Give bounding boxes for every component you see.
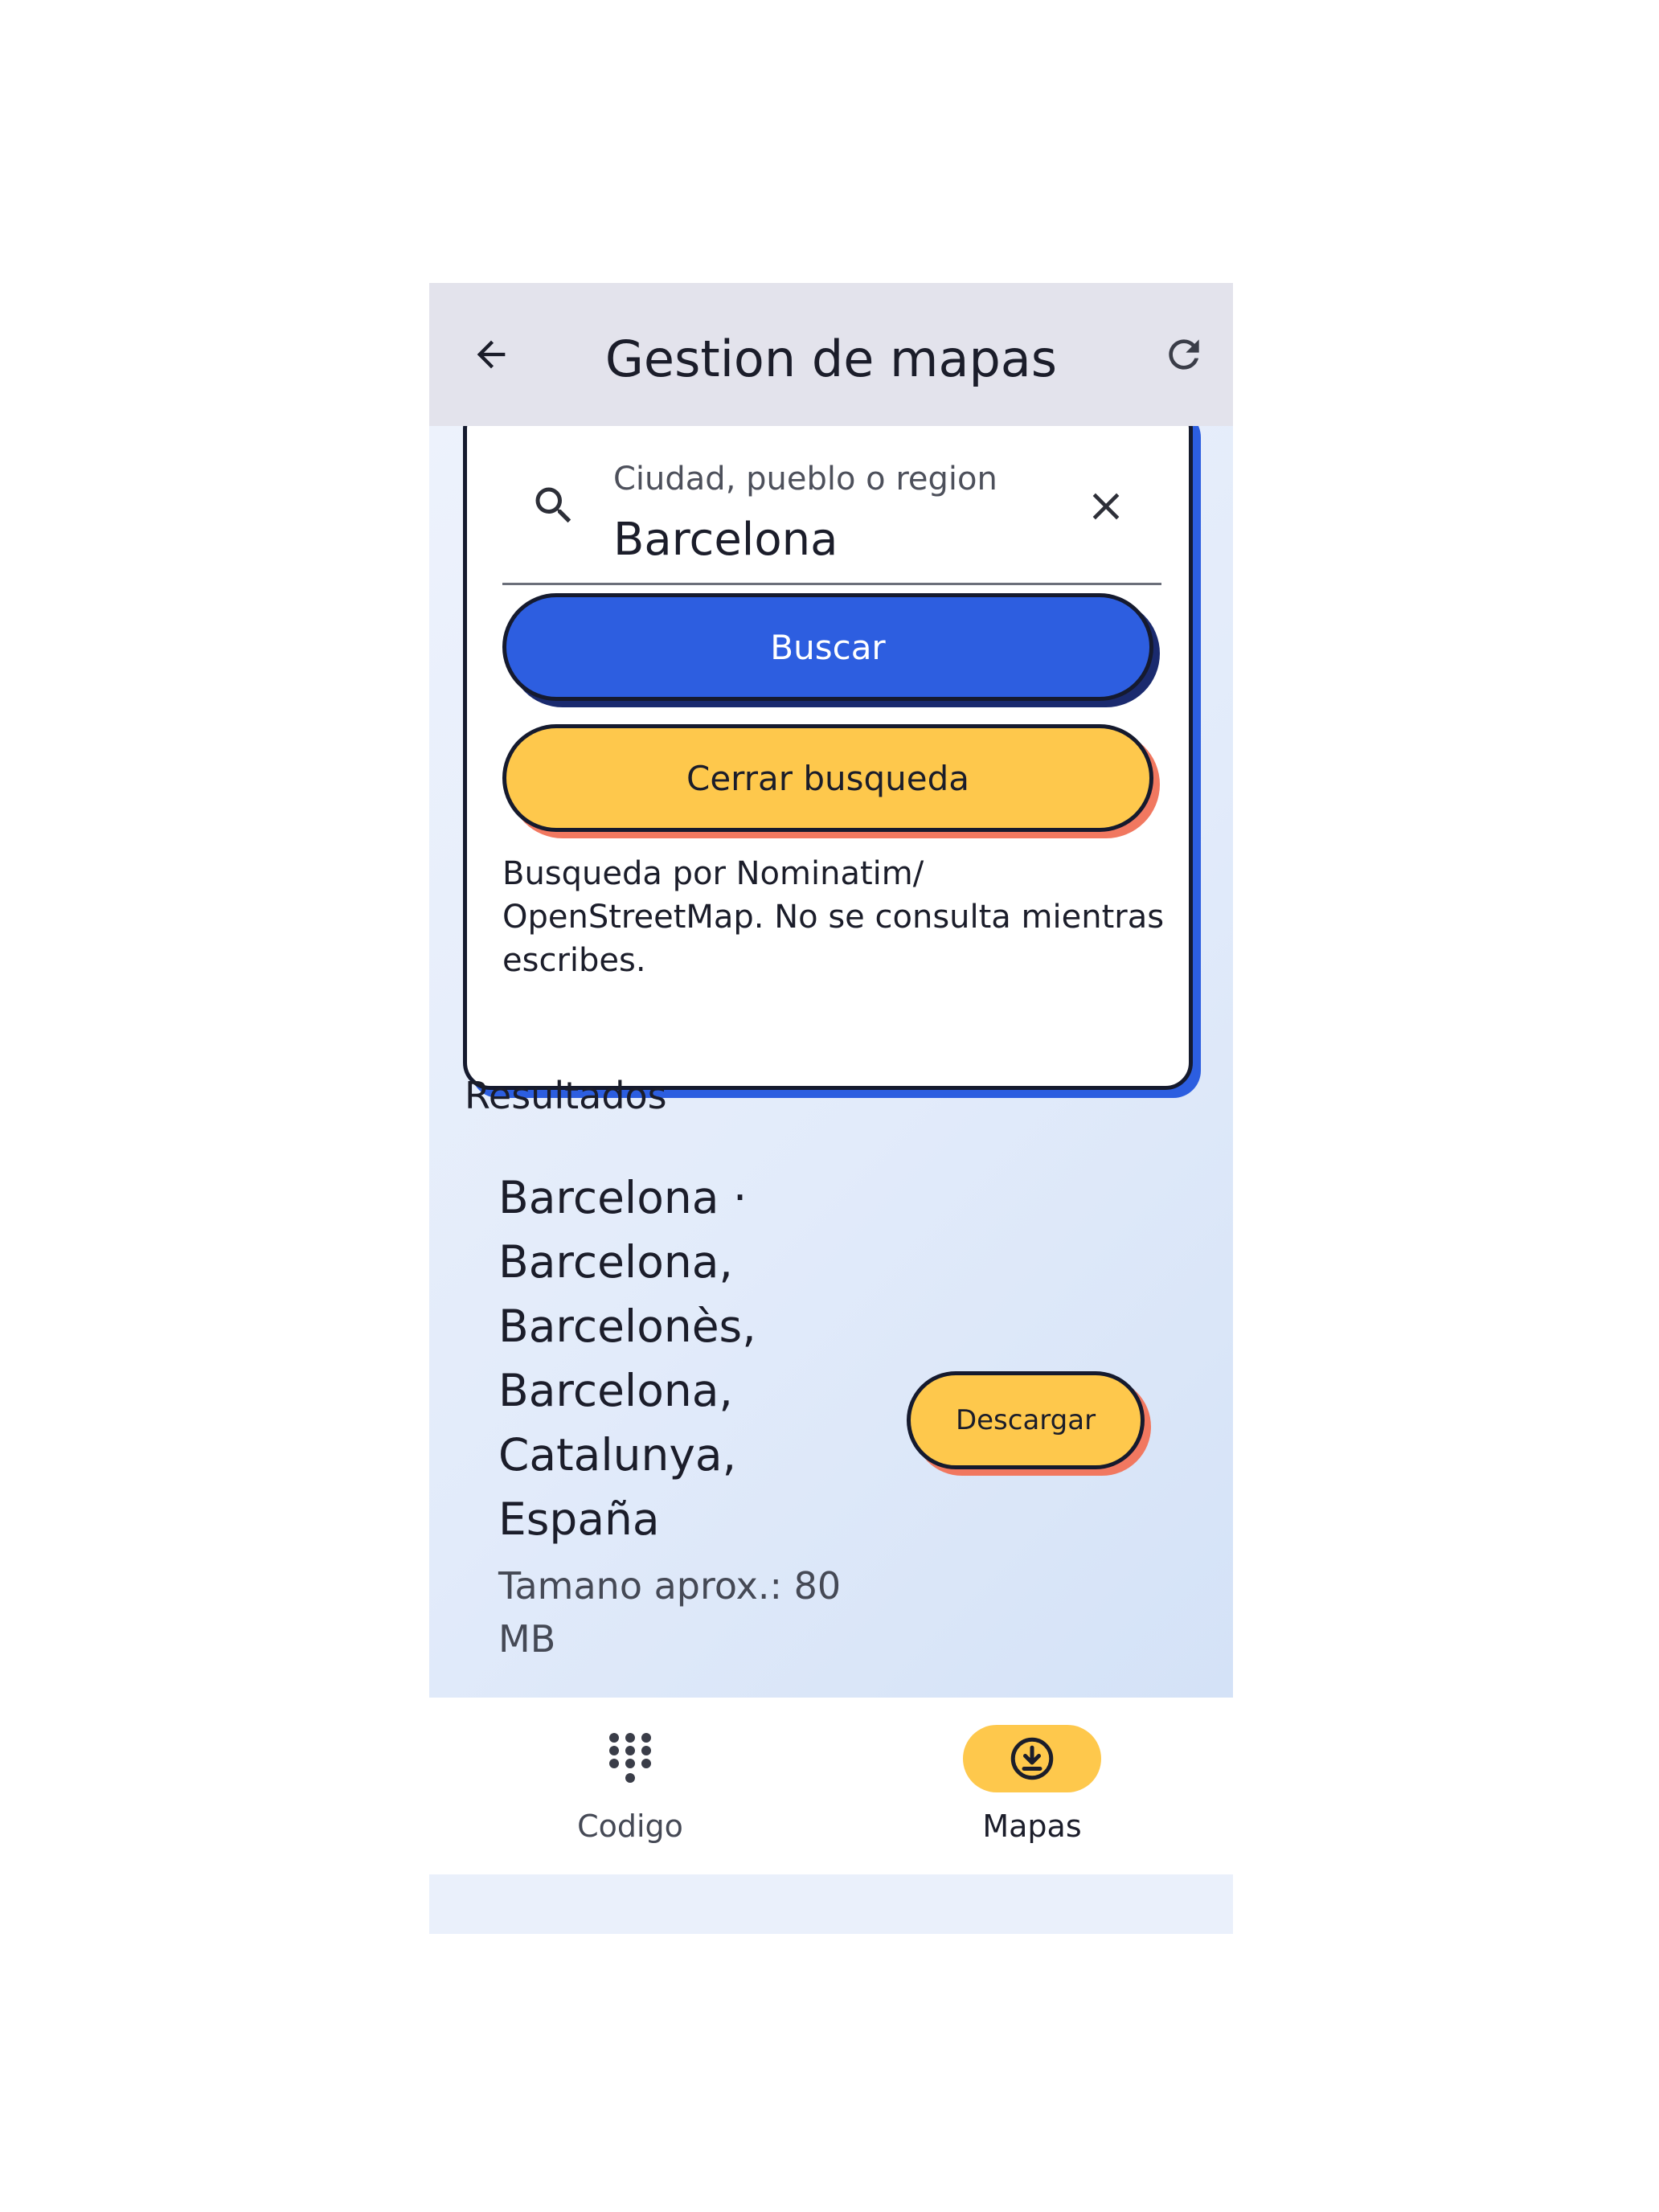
search-hint: Busqueda por Nominatim/ OpenStreetMap. N… [502, 855, 1165, 979]
result-size: Tamano aprox.: 80 MB [498, 1564, 842, 1661]
bottom-navigation: Codigo Mapas [429, 1698, 1233, 1874]
result-name: Barcelona · Barcelona, Barcelonès, Barce… [498, 1172, 756, 1545]
search-icon [535, 487, 571, 523]
close-icon [1092, 493, 1120, 520]
search-card: Ciudad, pueblo o region Buscar Cerrar bu… [463, 426, 1193, 1090]
page-title: Gestion de mapas [604, 330, 1058, 388]
nav-item-mapas-indicator [963, 1725, 1101, 1792]
nav-item-codigo-label: Codigo [577, 1809, 683, 1844]
content-area: Ciudad, pueblo o region Buscar Cerrar bu… [429, 426, 1233, 1698]
nav-item-mapas-label: Mapas [982, 1809, 1082, 1844]
download-button[interactable]: Descargar [907, 1371, 1145, 1469]
search-button[interactable]: Buscar [502, 593, 1153, 701]
results-heading: Resultados [465, 1074, 667, 1117]
list-item: Barcelona · Barcelona, Barcelonès, Barce… [429, 1165, 1233, 1680]
refresh-icon [1169, 339, 1199, 370]
close-search-button[interactable]: Cerrar busqueda [502, 724, 1153, 832]
nav-item-mapas[interactable]: Mapas [911, 1725, 1153, 1862]
dialpad-icon [609, 1733, 651, 1783]
clear-search-button[interactable] [1078, 478, 1134, 535]
search-input[interactable] [613, 514, 1063, 566]
refresh-button[interactable] [1153, 323, 1215, 386]
search-field-label: Ciudad, pueblo o region [613, 461, 997, 498]
download-circle-icon [1010, 1737, 1054, 1780]
system-gesture-area [429, 1874, 1233, 1934]
nav-item-codigo-indicator [561, 1725, 699, 1792]
nav-item-codigo[interactable]: Codigo [510, 1725, 751, 1862]
app-screen: Gestion de mapas Ciudad, pueblo o region [429, 283, 1233, 1934]
top-app-bar: Gestion de mapas [429, 283, 1233, 426]
search-field[interactable]: Ciudad, pueblo o region [502, 430, 1161, 585]
